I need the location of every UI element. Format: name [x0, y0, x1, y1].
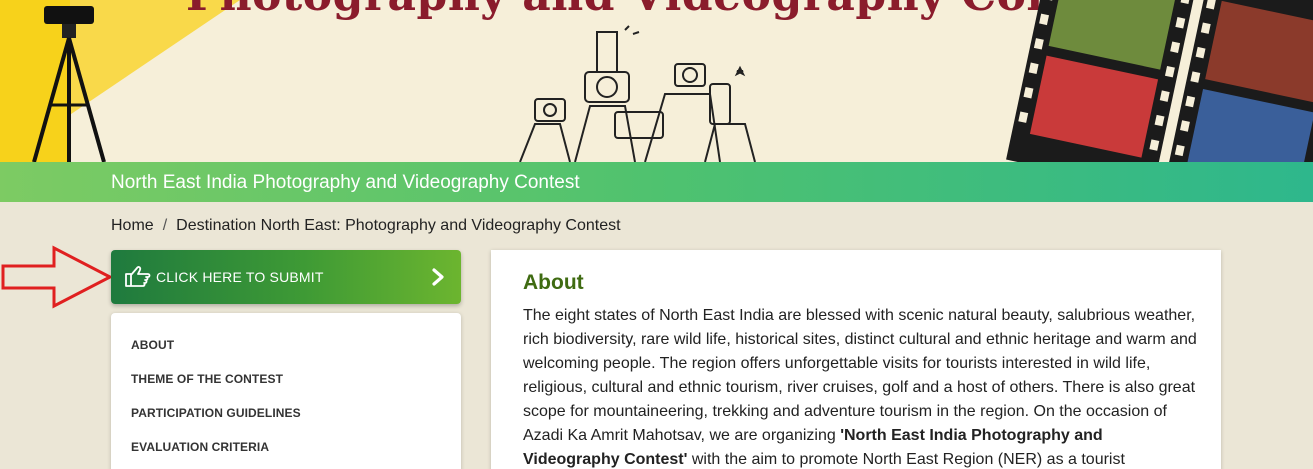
page-title: North East India Photography and Videogr… — [111, 172, 580, 193]
chevron-right-icon — [432, 268, 444, 286]
about-text-intro: The eight states of North East India are… — [523, 307, 1197, 444]
submit-button-label: CLICK HERE TO SUBMIT — [156, 269, 324, 285]
camera-tripod-icon — [32, 6, 106, 162]
filmstrip-photos — [1006, 0, 1313, 162]
header-banner: Photography and Videography Contest — [0, 0, 1313, 162]
sidebar-menu: ABOUT THEME OF THE CONTEST PARTICIPATION… — [111, 313, 461, 469]
page-title-bar: North East India Photography and Videogr… — [0, 162, 1313, 202]
breadcrumb-current: Destination North East: Photography and … — [176, 217, 621, 234]
about-text-tail: with the aim to promote North East Regio… — [687, 451, 1125, 468]
about-card: About The eight states of North East Ind… — [491, 250, 1221, 469]
pointing-hand-icon — [125, 266, 151, 287]
sidebar-item-evaluation[interactable]: EVALUATION CRITERIA — [131, 440, 269, 454]
breadcrumb-home-link[interactable]: Home — [111, 217, 154, 234]
breadcrumb-separator: / — [162, 217, 168, 234]
sidebar-item-guidelines[interactable]: PARTICIPATION GUIDELINES — [131, 406, 301, 420]
about-paragraph: The eight states of North East India are… — [523, 304, 1203, 469]
hands-with-cameras-illustration — [519, 25, 756, 162]
breadcrumb: Home / Destination North East: Photography… — [111, 217, 621, 235]
about-heading: About — [523, 271, 584, 294]
sidebar-item-theme[interactable]: THEME OF THE CONTEST — [131, 372, 283, 386]
red-arrow-annotation — [1, 245, 114, 309]
sidebar-item-about[interactable]: ABOUT — [131, 338, 174, 352]
submit-entry-button[interactable]: CLICK HERE TO SUBMIT — [111, 250, 461, 304]
